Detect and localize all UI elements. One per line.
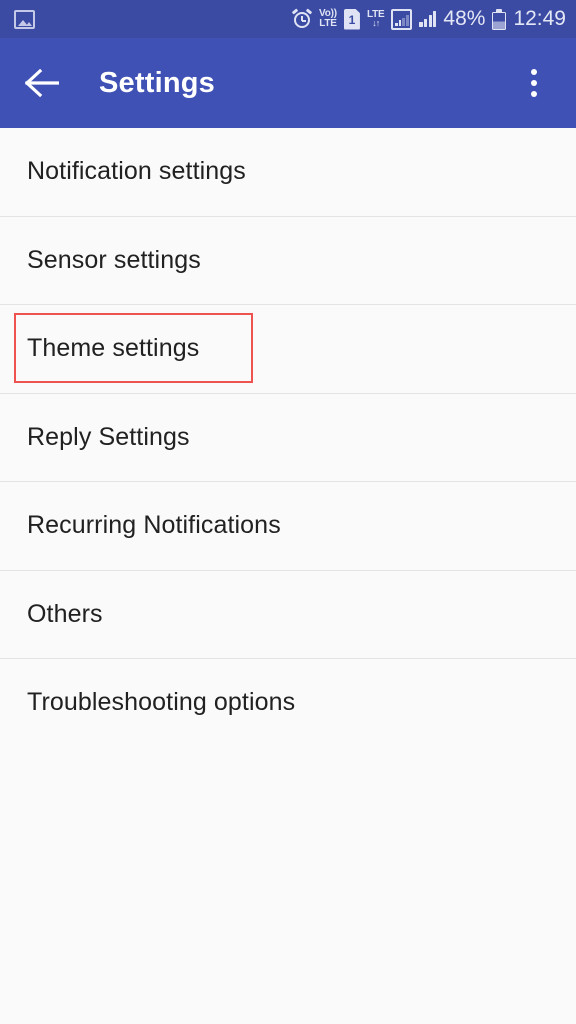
status-bar-system-area: Vo)) LTE 1 LTE ↓↑ 48% 12:49	[291, 7, 566, 31]
list-item-troubleshooting-options[interactable]: Troubleshooting options	[0, 659, 576, 747]
list-item-label: Troubleshooting options	[27, 688, 296, 717]
sim-slot-number: 1	[348, 12, 356, 27]
volte-icon: Vo)) LTE	[319, 9, 337, 29]
alarm-icon	[291, 8, 313, 29]
signal-boxed-icon	[391, 8, 413, 30]
status-bar: Vo)) LTE 1 LTE ↓↑ 48% 12:49	[0, 0, 576, 38]
status-bar-notification-area	[14, 9, 35, 29]
settings-list: Notification settings Sensor settings Th…	[0, 128, 576, 748]
page-title: Settings	[99, 66, 215, 99]
signal-icon	[419, 11, 437, 27]
phone-screen: Vo)) LTE 1 LTE ↓↑ 48% 12:49 Settings Not…	[0, 0, 576, 1024]
list-item-label: Sensor settings	[27, 245, 201, 274]
overflow-menu-icon[interactable]	[514, 55, 554, 111]
empty-content-area	[0, 739, 576, 1024]
screenshot-icon	[14, 9, 35, 29]
back-arrow-icon[interactable]	[14, 55, 70, 111]
clock-label: 12:49	[513, 7, 566, 30]
list-item-theme-settings[interactable]: Theme settings	[0, 305, 576, 393]
list-item-label: Theme settings	[27, 334, 200, 363]
lte-data-icon: LTE ↓↑	[367, 10, 385, 28]
data-arrows: ↓↑	[372, 18, 380, 28]
sim-icon: 1	[343, 8, 360, 30]
list-item-label: Reply Settings	[27, 422, 190, 451]
list-item-others[interactable]: Others	[0, 570, 576, 658]
list-item-recurring-notifications[interactable]: Recurring Notifications	[0, 482, 576, 570]
app-bar: Settings	[0, 38, 576, 128]
list-item-notification-settings[interactable]: Notification settings	[0, 128, 576, 216]
list-item-label: Recurring Notifications	[27, 511, 281, 540]
battery-percent-label: 48%	[443, 7, 486, 30]
list-item-label: Others	[27, 599, 103, 628]
list-item-reply-settings[interactable]: Reply Settings	[0, 393, 576, 481]
list-item-sensor-settings[interactable]: Sensor settings	[0, 216, 576, 304]
battery-icon	[492, 8, 507, 30]
volte-line2: LTE	[319, 18, 337, 29]
list-item-label: Notification settings	[27, 157, 246, 186]
